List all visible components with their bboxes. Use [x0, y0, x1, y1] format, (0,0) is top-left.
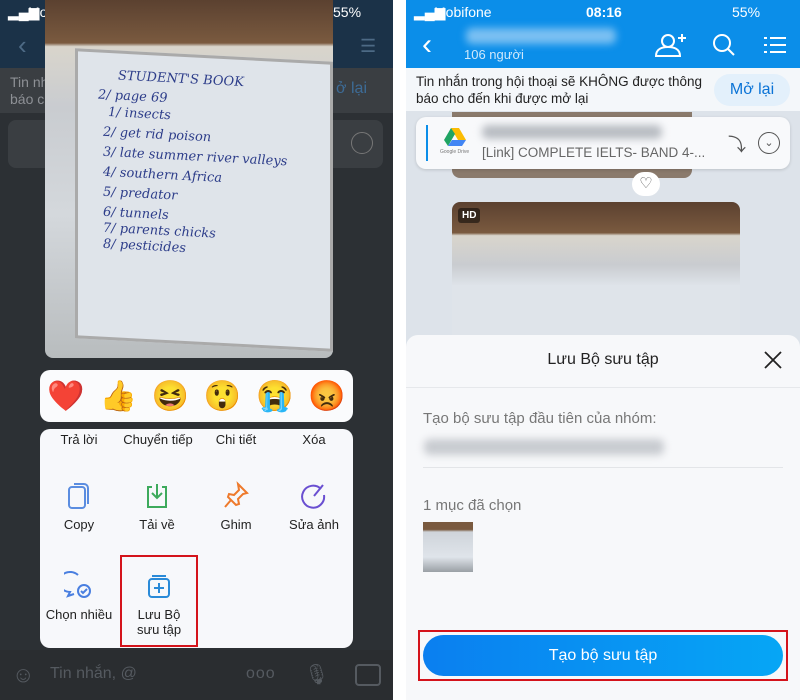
menu-icon[interactable] [764, 35, 786, 55]
delete-option[interactable]: Xóa [275, 432, 353, 447]
chevron-down-icon[interactable]: ⌄ [758, 132, 780, 154]
status-bar: ▂▄▆ Mobifone 08:16 55% [406, 0, 800, 24]
thumbs-up-icon[interactable]: 👍 [100, 379, 137, 414]
search-icon[interactable] [712, 33, 736, 57]
left-screen: ‹ ☰ ▂▄▆ Mobifone 08:16 55% Tin nh báo c … [0, 0, 393, 700]
drive-label: Google Drive [440, 149, 470, 155]
whiteboard: STUDENT'S BOOK 2/ page 69 1/ insects 2/ … [75, 48, 333, 352]
hd-badge: HD [458, 208, 481, 223]
pin-accent [426, 125, 428, 161]
divider [423, 467, 783, 468]
pinned-title-blurred [482, 125, 662, 139]
forward-option[interactable]: Chuyển tiếp [118, 432, 198, 447]
create-collection-button[interactable]: Tạo bộ sưu tập [423, 635, 783, 676]
google-drive-icon [444, 128, 466, 146]
multi-select-label: Chọn nhiều [45, 607, 113, 622]
back-icon[interactable]: ‹ [422, 28, 432, 62]
selected-photo[interactable]: STUDENT'S BOOK 2/ page 69 1/ insects 2/ … [45, 0, 333, 358]
laugh-icon[interactable]: 😆 [152, 379, 189, 414]
save-to-collection-option[interactable]: Lưu Bộ sưu tập [120, 555, 198, 647]
sticker-icon[interactable]: ☺ [12, 662, 34, 688]
collection-add-icon [148, 575, 170, 598]
group-name-blurred [466, 28, 616, 44]
close-icon[interactable] [764, 351, 782, 369]
more-icon[interactable]: ooo [246, 665, 276, 683]
carrier: Mobifone [434, 4, 492, 20]
pin-icon [224, 481, 249, 508]
right-screen: ‹ 106 người ▂▄▆ Mobifone 08:16 55% Tin n… [406, 0, 800, 700]
selected-thumbnail[interactable] [423, 522, 473, 572]
menu-icon[interactable]: ☰ [360, 36, 376, 57]
pin-option[interactable]: Ghim [197, 481, 275, 532]
save-label-1: Lưu Bộ [137, 607, 181, 622]
save-collection-sheet: Lưu Bộ sưu tập Tạo bộ sưu tập đầu tiên c… [406, 335, 800, 700]
chat-photo[interactable]: HD [452, 202, 740, 342]
multi-select-option[interactable]: Chọn nhiều [40, 571, 118, 622]
sheet-title: Lưu Bộ sưu tập [547, 351, 659, 368]
selected-count: 1 mục đã chọn [423, 497, 522, 514]
heart-icon[interactable]: ❤️ [47, 379, 84, 414]
download-label: Tải về [139, 517, 175, 532]
collection-name-input[interactable] [424, 439, 664, 455]
download-option[interactable]: Tải về [118, 481, 196, 532]
mute-banner: Tin nhắn trong hội thoại sẽ KHÔNG được t… [406, 68, 800, 111]
divider [406, 387, 800, 388]
battery: 55% [732, 4, 761, 20]
battery: 55% [333, 4, 362, 20]
add-member-icon[interactable] [654, 32, 688, 58]
multi-select-icon [64, 571, 91, 598]
message-input[interactable]: Tin nhắn, @ [50, 665, 137, 683]
pinned-link: [Link] COMPLETE IELTS- BAND 4-... [482, 145, 706, 160]
message-context-menu: Trả lời Chuyển tiếp Chi tiết Xóa Copy Tả… [40, 429, 353, 648]
edit-label: Sửa ảnh [289, 517, 339, 532]
back-icon[interactable]: ‹ [18, 30, 27, 61]
crying-icon[interactable]: 😭 [256, 379, 293, 414]
pin-label: Ghim [220, 517, 252, 532]
unpin-icon[interactable]: ⤵ [728, 131, 746, 157]
microphone-icon[interactable]: 🎙 [304, 662, 329, 687]
chevron-down-icon[interactable] [351, 132, 373, 154]
angry-icon[interactable]: 😡 [308, 379, 345, 414]
reopen-button[interactable]: Mở lại [714, 74, 790, 106]
time: 08:16 [586, 4, 622, 20]
react-heart-button[interactable]: ♡ [632, 172, 660, 196]
copy-option[interactable]: Copy [40, 481, 118, 532]
pinned-message[interactable]: Google Drive [Link] COMPLETE IELTS- BAND… [416, 117, 790, 169]
download-icon [147, 484, 167, 508]
details-option[interactable]: Chi tiết [197, 432, 275, 447]
save-label-2: sưu tập [136, 622, 182, 637]
copy-icon [68, 483, 89, 509]
surprised-icon[interactable]: 😲 [204, 379, 241, 414]
message-input-bar: ☺ Tin nhắn, @ ooo 🎙 [0, 650, 393, 700]
image-icon[interactable] [355, 664, 381, 686]
reaction-bar: ❤️ 👍 😆 😲 😭 😡 [40, 370, 353, 422]
edit-photo-option[interactable]: Sửa ảnh [275, 481, 353, 532]
edit-icon [301, 484, 326, 509]
reply-option[interactable]: Trả lời [40, 432, 118, 447]
member-count: 106 người [464, 47, 524, 62]
reopen-button[interactable]: ở lại [336, 80, 367, 97]
copy-label: Copy [63, 517, 95, 532]
collection-name-label: Tạo bộ sưu tập đầu tiên của nhóm: [423, 410, 657, 427]
